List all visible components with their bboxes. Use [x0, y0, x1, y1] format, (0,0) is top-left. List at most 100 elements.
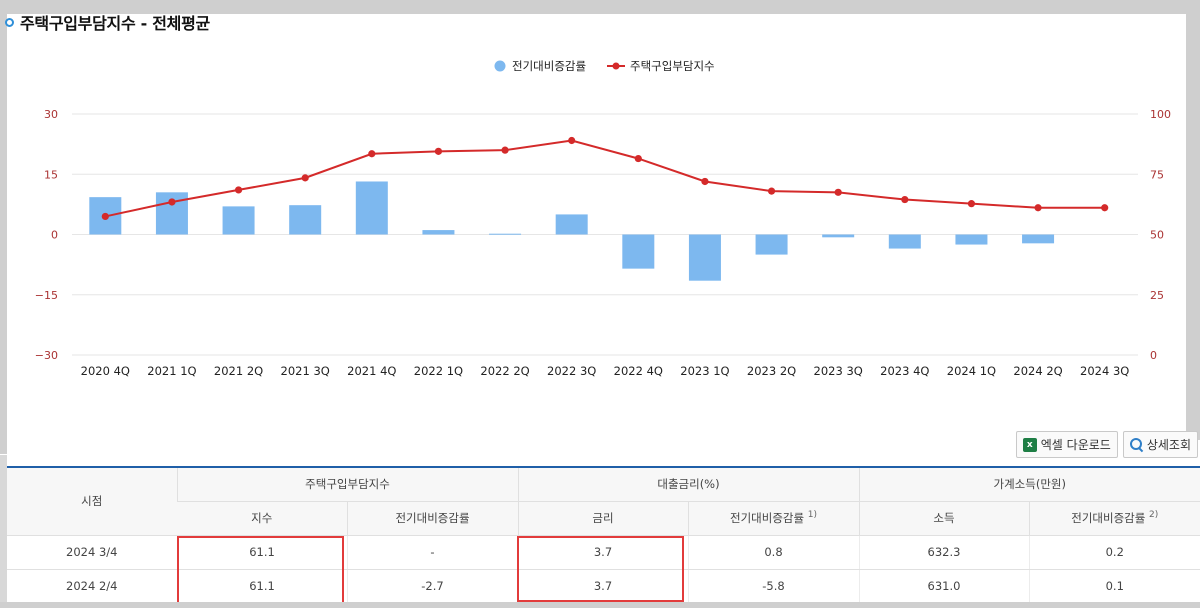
x-tick-label: 2023 1Q [680, 364, 729, 378]
bar [755, 234, 788, 255]
cell-change-2: -5.8 [687, 569, 859, 604]
line-point [701, 177, 709, 186]
x-tick-label: 2024 1Q [947, 364, 996, 378]
header-group-loan-rate: 대출금리(%) [517, 466, 859, 502]
bar [355, 181, 388, 235]
excel-download-label: 엑셀 다운로드 [1040, 438, 1111, 452]
header-group-affordability: 주택구입부담지수 [176, 466, 518, 502]
line-point [967, 200, 976, 208]
bar [489, 233, 522, 235]
line-point [568, 136, 576, 145]
detail-view-button[interactable]: 상세조회 [1122, 431, 1198, 458]
y-left-tick-label: 15 [44, 168, 58, 181]
footnote-2: 2) [1148, 510, 1159, 521]
x-tick-label: 2021 1Q [147, 364, 196, 378]
y-right-tick-label: 0 [1150, 349, 1157, 362]
line-point [434, 147, 443, 155]
series-line [105, 139, 1105, 218]
bar [422, 230, 455, 235]
line-point [234, 186, 243, 194]
line-point [901, 195, 909, 204]
line-point [368, 150, 376, 158]
detail-view-label: 상세조회 [1146, 438, 1191, 452]
bar [822, 234, 855, 238]
y-left-tick-label: −30 [35, 349, 58, 362]
header-income: 소득 [858, 501, 1029, 536]
header-change-1: 전기대비증감률 [346, 501, 518, 536]
line-point [634, 154, 642, 163]
footnote-1: 1) [807, 510, 817, 521]
y-right-tick-label: 75 [1150, 168, 1164, 181]
x-tick-label: 2023 3Q [814, 364, 863, 378]
title-row: 주택구입부담지수 - 전체평균 [5, 10, 210, 34]
y-right-tick-label: 100 [1150, 108, 1171, 121]
header-index: 지수 [177, 501, 347, 536]
line-point [834, 188, 842, 196]
header-change-2: 전기대비증감률 1) [687, 501, 859, 536]
bar [555, 214, 588, 235]
legend-line-marker [612, 62, 620, 70]
bar [688, 234, 721, 281]
cell-change-2: 0.8 [687, 535, 859, 570]
header-change-2-label: 전기대비증감률 [730, 511, 805, 525]
x-tick-label: 2022 2Q [480, 364, 529, 378]
page-title: 주택구입부담지수 - 전체평균 [20, 14, 210, 33]
x-tick-label: 2024 3Q [1080, 364, 1129, 378]
line-point [301, 174, 309, 182]
line-point [767, 187, 776, 195]
line-point [168, 198, 176, 206]
bar [1022, 234, 1055, 244]
cell-change-3: 0.2 [1028, 535, 1200, 570]
chart-svg: 30 15 0 −15 −30 100 75 50 25 0 2020 4Q 2021 1Q 2021 … [35, 59, 1171, 378]
x-tick-label: 2023 2Q [747, 364, 796, 378]
bar [955, 234, 988, 245]
highlight-box-index [177, 536, 344, 606]
x-tick-label: 2022 4Q [614, 364, 663, 378]
line-point [1101, 204, 1109, 212]
chart: 30 15 0 −15 −30 100 75 50 25 0 2020 4Q 2021 1Q 2021 … [0, 40, 1200, 420]
legend-line-label: 주택구입부담지수 [630, 59, 715, 73]
line-point [1034, 204, 1042, 212]
header-change-3: 전기대비증감률 2) [1028, 501, 1200, 536]
x-tick-label: 2023 4Q [880, 364, 929, 378]
excel-icon: x [1022, 437, 1037, 452]
x-tick-label: 2021 4Q [347, 364, 396, 378]
y-left-tick-label: 30 [44, 108, 58, 121]
cell-income: 631.0 [858, 569, 1029, 604]
y-right-tick-label: 50 [1150, 229, 1164, 242]
cell-change-1: - [346, 535, 518, 570]
legend-bar-swatch [494, 60, 506, 72]
x-tick-label: 2021 2Q [214, 364, 263, 378]
circle-bullet-icon [5, 17, 14, 27]
window-frame-bottom [0, 602, 1200, 608]
x-tick-label: 2022 3Q [547, 364, 596, 378]
y-left-tick-label: 0 [51, 229, 58, 242]
highlight-box-rate [517, 536, 684, 602]
legend-bar-label: 전기대비증감률 [512, 59, 586, 73]
line-point [501, 146, 509, 154]
action-buttons: x 엑셀 다운로드 상세조회 [1015, 431, 1198, 458]
header-change-3-label: 전기대비증감률 [1071, 511, 1146, 525]
excel-download-button[interactable]: x 엑셀 다운로드 [1015, 431, 1118, 458]
line-point [101, 212, 109, 221]
cell-period: 2024 3/4 [7, 535, 177, 570]
window-frame-left-lower [0, 455, 7, 608]
y-right-tick-label: 25 [1150, 289, 1164, 302]
cell-period: 2024 2/4 [7, 569, 177, 604]
bar [289, 205, 322, 235]
bar [222, 206, 255, 235]
header-group-income: 가계소득(만원) [858, 466, 1200, 502]
x-tick-label: 2020 4Q [81, 364, 130, 378]
header-rate: 금리 [517, 501, 688, 536]
bar [622, 234, 655, 269]
search-icon [1129, 438, 1143, 451]
cell-change-3: 0.1 [1028, 569, 1200, 604]
cell-income: 632.3 [858, 535, 1029, 570]
bar [888, 234, 921, 249]
y-left-tick-label: −15 [35, 289, 58, 302]
x-tick-label: 2021 3Q [281, 364, 330, 378]
header-period: 시점 [7, 466, 177, 536]
cell-change-1: -2.7 [346, 569, 518, 604]
x-tick-label: 2022 1Q [414, 364, 463, 378]
x-tick-label: 2024 2Q [1013, 364, 1062, 378]
